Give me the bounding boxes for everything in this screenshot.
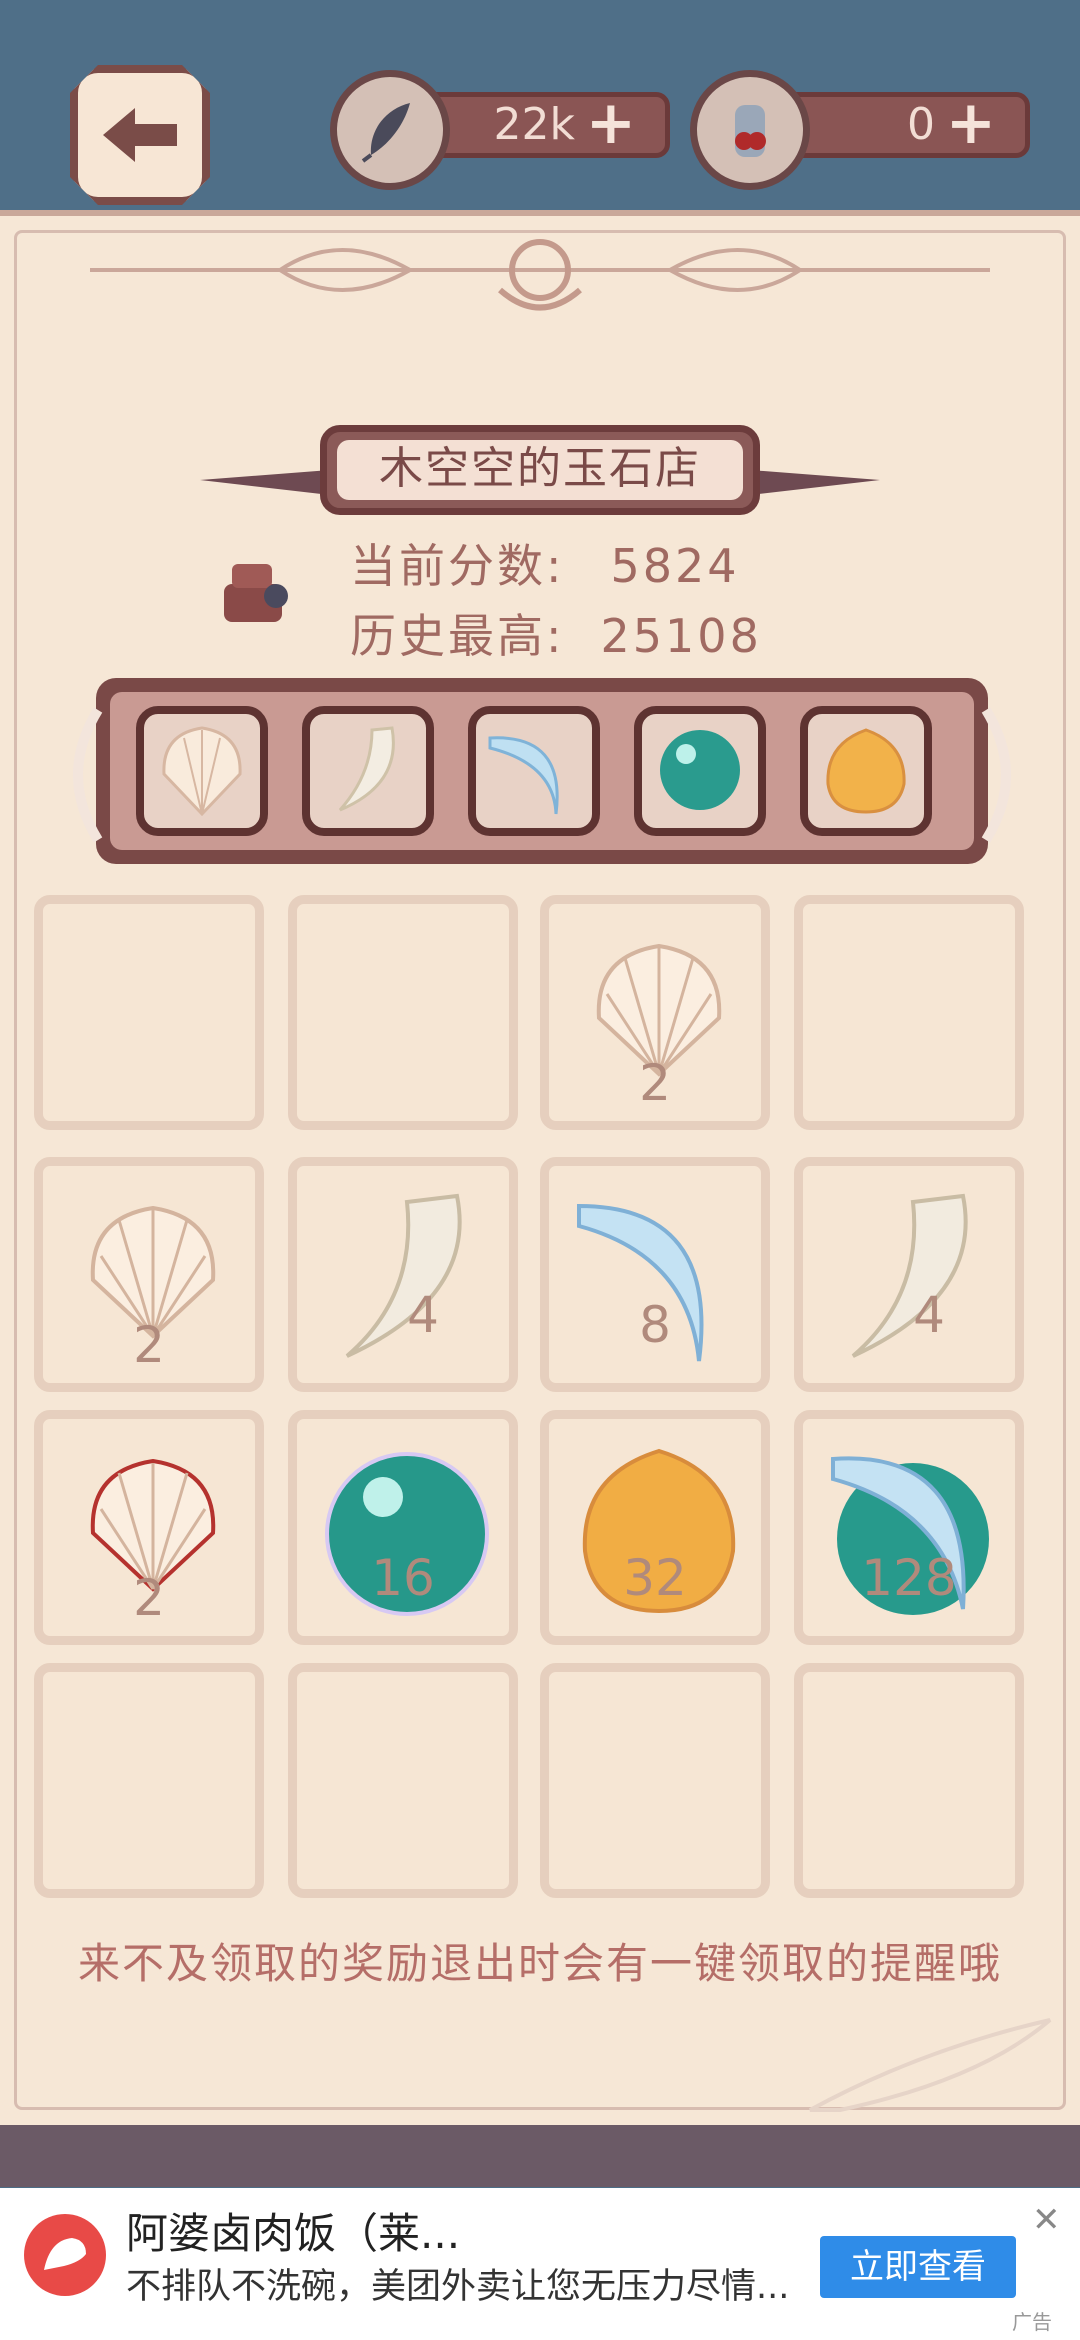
bottom-strip xyxy=(0,2125,1080,2187)
ornament-header xyxy=(90,239,990,311)
current-score-value: 5824 xyxy=(610,539,740,593)
item-slot-pearl xyxy=(634,706,766,836)
tile-value: 2 xyxy=(133,1316,165,1374)
grid-cell-r3-c1[interactable]: 2 xyxy=(34,1410,264,1645)
current-score-label: 当前分数: xyxy=(350,539,565,593)
grid-cell-r1-c2[interactable] xyxy=(288,895,518,1130)
reward-tip-text: 来不及领取的奖励退出时会有一键领取的提醒哦 xyxy=(77,1939,1002,1988)
grid-cell-r2-c3[interactable]: 8 xyxy=(540,1157,770,1392)
grid-cell-r4-c4[interactable] xyxy=(794,1663,1024,1898)
item-slot-shell xyxy=(136,706,268,836)
item-slot-gem xyxy=(800,706,932,836)
grid-cell-r3-c4[interactable]: 128 xyxy=(794,1410,1024,1645)
current-score: 当前分数: 5824 xyxy=(350,530,740,596)
shop-title-plaque: 木空空的玉石店 xyxy=(320,425,760,515)
teal-pearl-icon xyxy=(660,730,740,810)
ad-close-icon[interactable]: ✕ xyxy=(1032,2200,1061,2240)
grid-cell-r4-c3[interactable] xyxy=(540,1663,770,1898)
tile-value: 2 xyxy=(639,1054,671,1112)
back-button[interactable] xyxy=(70,65,210,205)
ad-view-button[interactable]: 立即查看 xyxy=(820,2236,1016,2298)
ad-title[interactable]: 阿婆卤肉饭（莱... xyxy=(126,2200,460,2261)
shop-title: 木空空的玉石店 xyxy=(337,440,743,500)
jewelry-box-icon xyxy=(218,560,298,630)
grid-cell-r2-c4[interactable]: 4 xyxy=(794,1157,1024,1392)
add-potion-button[interactable]: + xyxy=(946,90,996,156)
grid-cell-r1-c1[interactable] xyxy=(34,895,264,1130)
meituan-logo-icon xyxy=(24,2214,106,2296)
grid-cell-r1-c3[interactable]: 2 xyxy=(540,895,770,1130)
blue-claw-icon xyxy=(488,736,559,815)
tile-value: 2 xyxy=(133,1569,165,1627)
tile-value: 4 xyxy=(407,1286,439,1344)
potion-jar-icon xyxy=(690,70,810,190)
feather-resource: 22k + xyxy=(330,70,670,190)
amber-gem-icon xyxy=(826,728,906,814)
tile-value: 8 xyxy=(639,1296,671,1354)
item-slot-fang xyxy=(302,706,434,836)
feather-icon xyxy=(330,70,450,190)
grid-cell-r4-c1[interactable] xyxy=(34,1663,264,1898)
grid-cell-r4-c2[interactable] xyxy=(288,1663,518,1898)
item-slot-claw xyxy=(468,706,600,836)
grid-cell-r1-c4[interactable] xyxy=(794,895,1024,1130)
grid-cell-r3-c3[interactable]: 32 xyxy=(540,1410,770,1645)
scallop-shell-icon xyxy=(162,726,242,817)
fang-icon xyxy=(338,726,395,812)
tile-value: 16 xyxy=(371,1549,435,1607)
tile-value: 32 xyxy=(623,1549,687,1607)
tile-value: 4 xyxy=(913,1286,945,1344)
high-score: 历史最高: 25108 xyxy=(350,600,762,666)
ad-tag: 广告 xyxy=(1012,2310,1052,2334)
grid-cell-r3-c2[interactable]: 16 xyxy=(288,1410,518,1645)
high-score-label: 历史最高: xyxy=(350,609,565,663)
potion-resource: 0 + xyxy=(690,70,1030,190)
item-bar-left-ornament xyxy=(73,707,103,843)
back-arrow-icon xyxy=(103,108,177,162)
grid-cell-r2-c1[interactable]: 2 xyxy=(34,1157,264,1392)
tile-value: 128 xyxy=(861,1549,957,1607)
high-score-value: 25108 xyxy=(600,609,762,663)
quill-decoration-icon xyxy=(809,2018,1052,2112)
item-bar-right-ornament xyxy=(981,707,1011,843)
grid-cell-r2-c2[interactable]: 4 xyxy=(288,1157,518,1392)
add-feather-button[interactable]: + xyxy=(586,90,636,156)
ad-description[interactable]: 不排队不洗碗，美团外卖让您无压力尽情... xyxy=(126,2258,806,2309)
